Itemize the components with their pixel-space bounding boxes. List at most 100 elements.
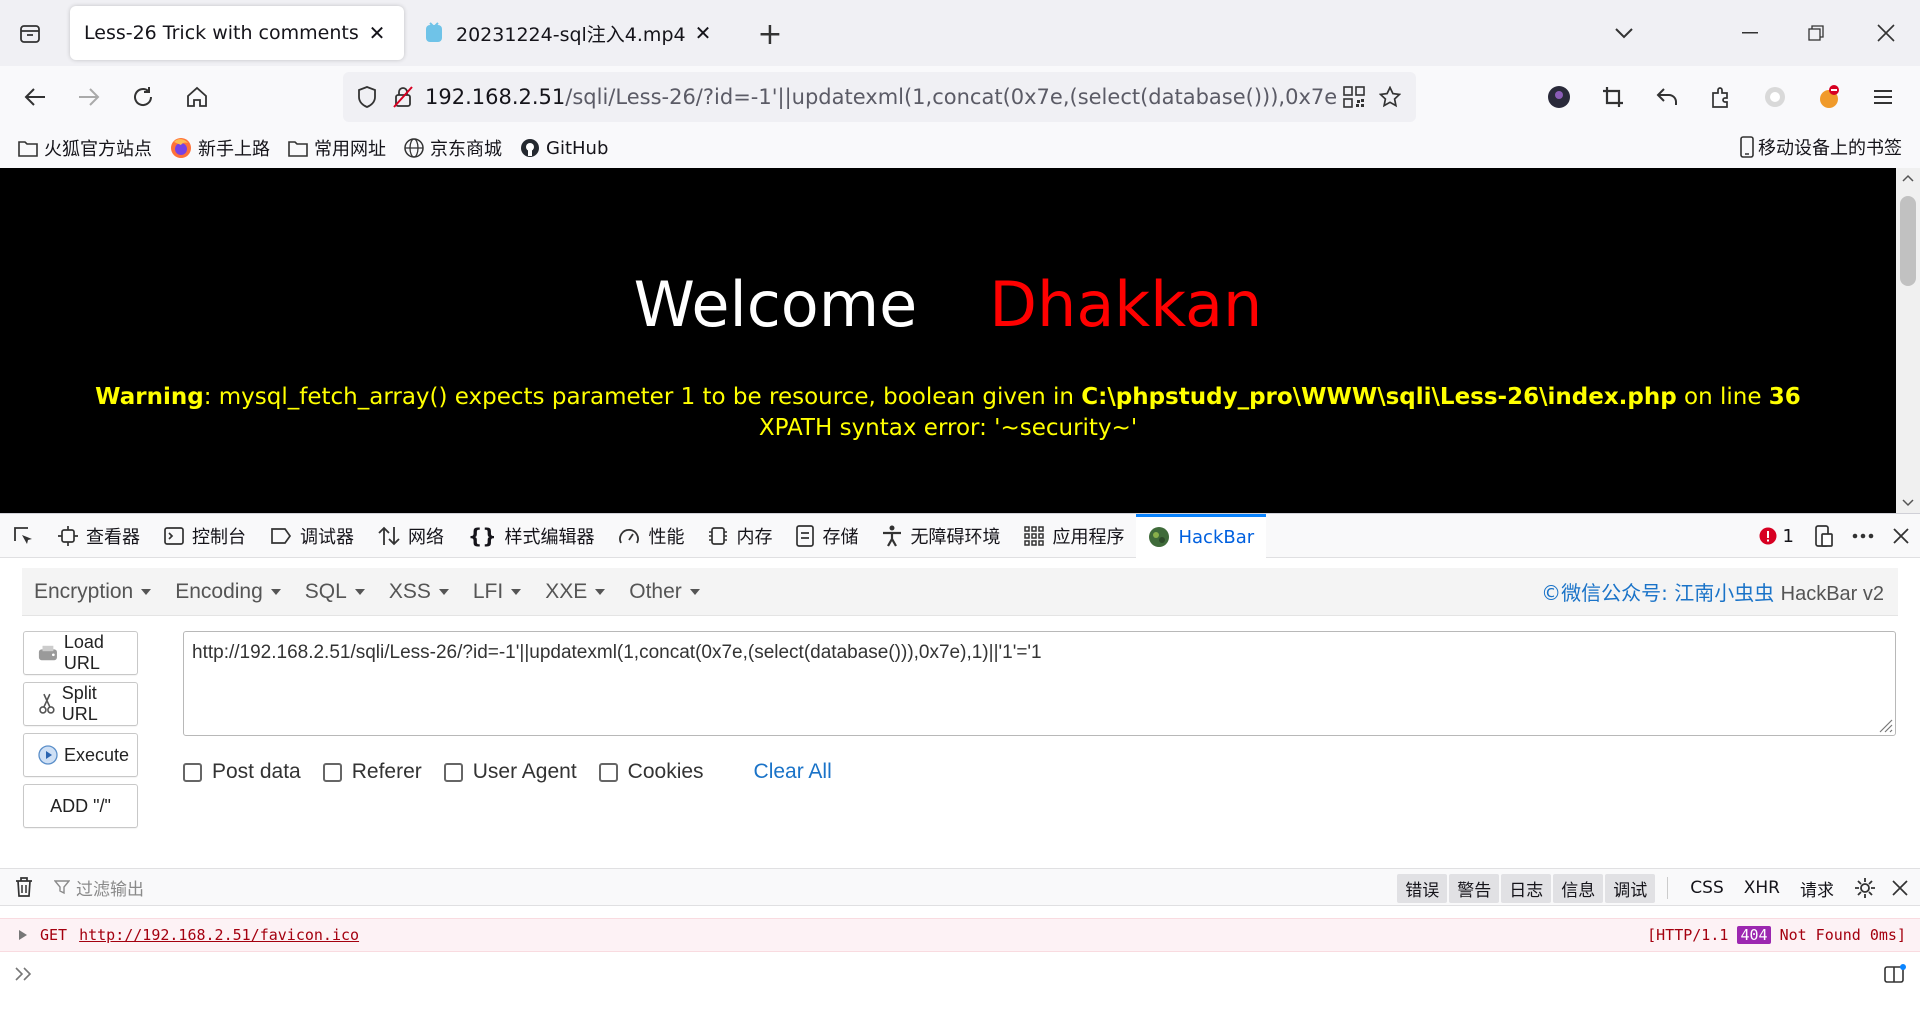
filter-info[interactable]: 信息 <box>1553 873 1604 903</box>
menu-sql[interactable]: SQL <box>293 580 377 604</box>
post-data-checkbox[interactable]: Post data <box>183 760 301 784</box>
resize-grip-icon[interactable] <box>1875 715 1893 733</box>
close-icon[interactable] <box>1892 880 1908 896</box>
checkbox-box[interactable] <box>183 762 202 782</box>
element-picker-button[interactable] <box>0 514 46 558</box>
new-tab-button[interactable]: + <box>750 14 790 54</box>
expand-arrow-icon[interactable] <box>18 929 28 941</box>
user-agent-checkbox[interactable]: User Agent <box>443 760 577 784</box>
scrollbar-thumb[interactable] <box>1900 196 1916 286</box>
extensions-button[interactable] <box>1700 76 1742 118</box>
url-text[interactable]: 192.168.2.51/sqli/Less-26/?id=-1'||updat… <box>425 85 1336 109</box>
checkbox-box[interactable] <box>598 762 618 782</box>
console-input-row[interactable] <box>0 954 1920 994</box>
list-all-tabs-button[interactable] <box>1596 10 1652 56</box>
qr-code-icon[interactable] <box>1336 86 1372 108</box>
tab-storage[interactable]: 存储 <box>784 514 870 558</box>
minimize-button[interactable] <box>1722 10 1778 56</box>
screenshot-button[interactable] <box>1592 76 1634 118</box>
shield-icon[interactable] <box>349 86 385 108</box>
restore-button[interactable] <box>1788 10 1844 56</box>
split-url-button[interactable]: Split URL <box>23 682 138 726</box>
bookmark-star-icon[interactable] <box>1372 86 1408 108</box>
tab-performance[interactable]: 性能 <box>606 514 696 558</box>
reload-button[interactable] <box>122 76 164 118</box>
mobile-bookmarks[interactable]: 移动设备上的书签 <box>1740 134 1902 160</box>
execute-button[interactable]: Execute <box>23 733 138 777</box>
extension-avatar-button[interactable] <box>1538 76 1580 118</box>
tab-video[interactable]: 20231224-sql注入4.mp4 | 行行 ✕ <box>410 6 730 60</box>
tab-list-button[interactable] <box>8 14 52 54</box>
tab-accessibility[interactable]: 无障碍环境 <box>870 514 1012 558</box>
undo-button[interactable] <box>1646 76 1688 118</box>
bookmark-getting-started[interactable]: 新手上路 <box>170 135 270 161</box>
referer-checkbox[interactable]: Referer <box>322 760 422 784</box>
hackbar-url-textarea[interactable]: http://192.168.2.51/sqli/Less-26/?id=-1'… <box>183 631 1896 736</box>
console-message-row[interactable]: GET http://192.168.2.51/favicon.ico [HTT… <box>0 918 1920 952</box>
filter-xhr[interactable]: XHR <box>1734 878 1790 898</box>
page-scrollbar[interactable] <box>1896 168 1920 513</box>
console-icon <box>164 526 184 545</box>
menu-encoding[interactable]: Encoding <box>163 580 293 604</box>
play-icon <box>38 745 58 765</box>
gear-icon[interactable] <box>1854 877 1876 899</box>
filter-debug[interactable]: 调试 <box>1605 873 1656 903</box>
close-tab-icon[interactable]: ✕ <box>364 20 390 46</box>
scroll-up-icon[interactable] <box>1896 168 1920 188</box>
home-button[interactable] <box>176 76 218 118</box>
load-url-button[interactable]: Load URL <box>23 631 138 675</box>
bookmark-jd[interactable]: 京东商城 <box>404 135 502 161</box>
tab-style-editor[interactable]: {} 样式编辑器 <box>456 514 606 558</box>
close-tab-icon[interactable]: ✕ <box>690 20 716 46</box>
close-window-button[interactable] <box>1858 10 1914 56</box>
request-url-link[interactable]: http://192.168.2.51/favicon.ico <box>79 926 359 944</box>
extension-fox-button[interactable] <box>1808 76 1850 118</box>
forward-button[interactable] <box>68 76 110 118</box>
clear-all-link[interactable]: Clear All <box>754 760 832 784</box>
menu-lfi[interactable]: LFI <box>461 580 533 604</box>
bookmark-common-sites[interactable]: 常用网址 <box>288 135 386 161</box>
sidebar-toggle-icon[interactable] <box>1884 964 1906 984</box>
menu-encryption[interactable]: Encryption <box>22 580 163 604</box>
filter-warnings[interactable]: 警告 <box>1449 873 1500 903</box>
close-devtools-icon[interactable] <box>1892 527 1910 545</box>
app-menu-button[interactable] <box>1862 76 1904 118</box>
php-warning: Warning: mysql_fetch_array() expects par… <box>0 382 1896 444</box>
cookies-checkbox[interactable]: Cookies <box>598 760 704 784</box>
menu-xss[interactable]: XSS <box>377 580 461 604</box>
tab-console[interactable]: 控制台 <box>152 514 258 558</box>
menu-xxe[interactable]: XXE <box>533 580 617 604</box>
address-bar[interactable]: 192.168.2.51/sqli/Less-26/?id=-1'||updat… <box>343 72 1416 122</box>
tab-hackbar[interactable]: HackBar <box>1136 513 1267 558</box>
tab-application[interactable]: 应用程序 <box>1012 514 1136 558</box>
insecure-lock-icon[interactable] <box>385 86 421 108</box>
tab-inspector[interactable]: 查看器 <box>46 514 152 558</box>
devtools-toolbar-right: 1 <box>1759 514 1920 558</box>
hackbar-credit[interactable]: ©微信公众号: 江南小虫虫 HackBar v2 <box>1541 577 1884 606</box>
bookmark-label: GitHub <box>546 137 609 159</box>
menu-other[interactable]: Other <box>617 580 712 604</box>
filter-css[interactable]: CSS <box>1680 878 1733 898</box>
responsive-design-icon[interactable] <box>1812 525 1834 547</box>
bookmark-github[interactable]: GitHub <box>520 138 608 159</box>
error-count-badge[interactable]: 1 <box>1759 526 1794 547</box>
checkbox-box[interactable] <box>443 762 463 782</box>
more-options-icon[interactable] <box>1852 533 1874 539</box>
request-status[interactable]: [HTTP/1.1 404 Not Found 0ms] <box>1647 926 1906 944</box>
extension-circle-button[interactable] <box>1754 76 1796 118</box>
filter-errors[interactable]: 错误 <box>1397 873 1448 903</box>
tab-debugger[interactable]: 调试器 <box>258 514 366 558</box>
tab-less-26[interactable]: Less-26 Trick with comments ✕ <box>70 6 404 60</box>
checkbox-box[interactable] <box>322 762 342 782</box>
tab-memory[interactable]: 内存 <box>696 514 784 558</box>
bookmark-firefox-official[interactable]: 火狐官方站点 <box>18 135 152 161</box>
back-button[interactable] <box>14 76 56 118</box>
filter-requests[interactable]: 请求 <box>1790 876 1844 901</box>
tab-network[interactable]: 网络 <box>366 514 456 558</box>
trash-icon[interactable] <box>14 876 34 898</box>
tab-label: 内存 <box>736 526 773 548</box>
scroll-down-icon[interactable] <box>1896 493 1920 513</box>
filter-logs[interactable]: 日志 <box>1501 873 1552 903</box>
filter-output-input[interactable]: 过滤输出 <box>54 875 144 900</box>
add-slash-button[interactable]: ADD "/" <box>23 784 138 828</box>
